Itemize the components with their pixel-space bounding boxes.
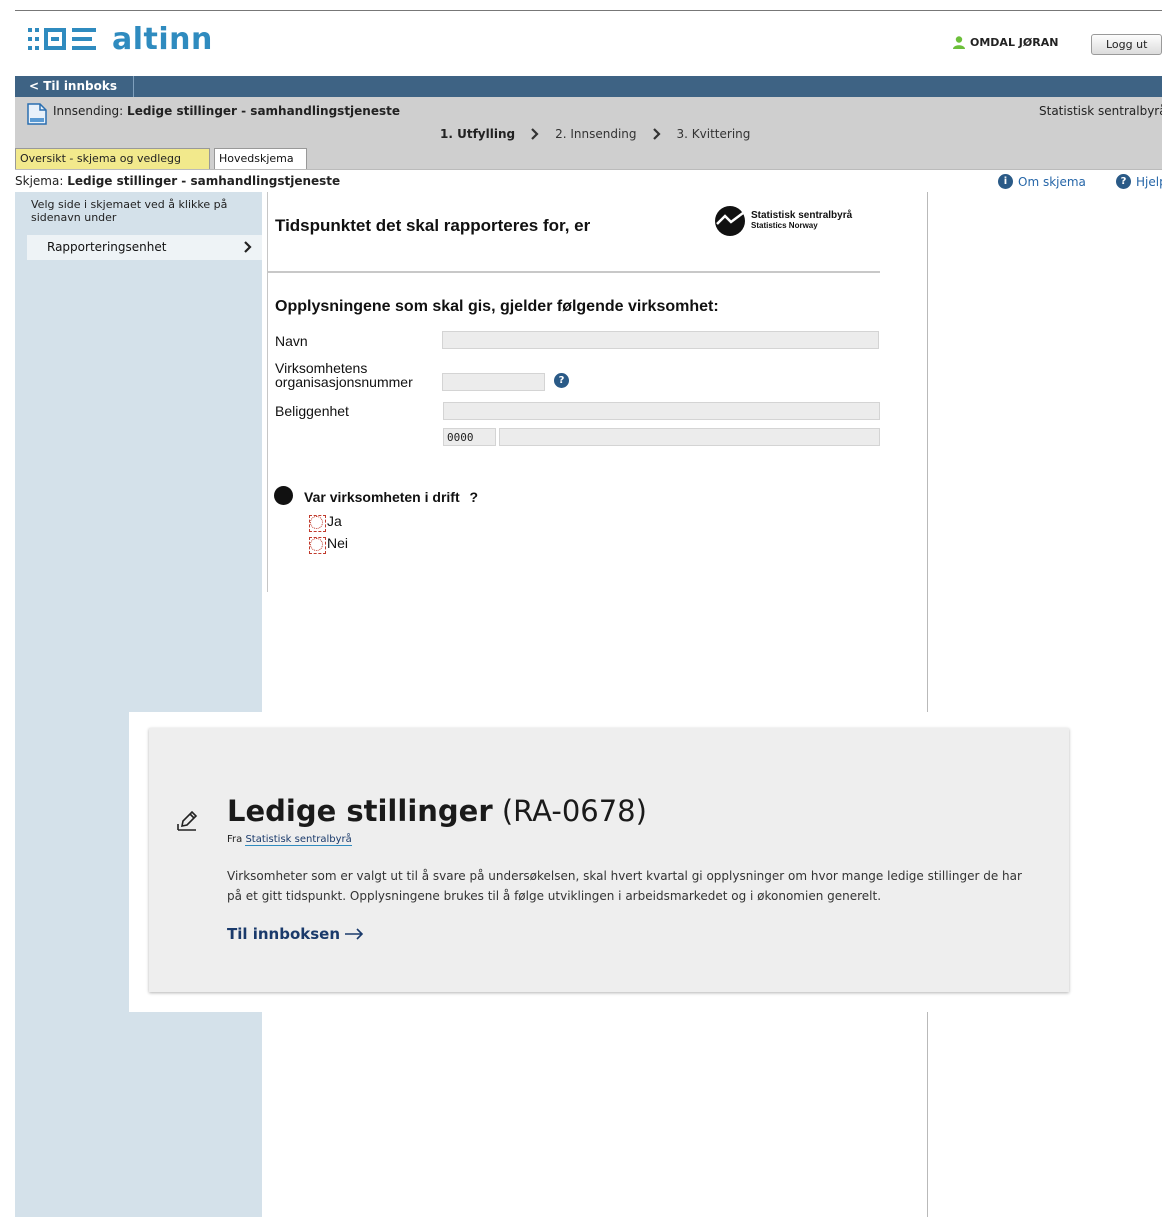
schema-title: Skjema: Ledige stillinger - samhandlings… bbox=[15, 174, 341, 188]
service-title: Ledige stillinger (RA-0678) bbox=[227, 794, 647, 828]
address-field[interactable] bbox=[443, 402, 880, 420]
page-navigation: Velg side i skjemaet ved å klikke på sid… bbox=[15, 192, 262, 1217]
ssb-logo: Statistisk sentralbyrå Statistics Norway bbox=[714, 205, 852, 237]
orgnr-label: Virksomhetens organisasjonsnummer bbox=[275, 360, 413, 390]
tab-overview[interactable]: Oversikt - skjema og vedlegg bbox=[15, 148, 210, 169]
altinn-logo[interactable]: altinn bbox=[28, 21, 213, 57]
radio-ja[interactable] bbox=[309, 515, 326, 532]
help-icon[interactable]: ? bbox=[554, 373, 569, 388]
service-description: Virksomheter som er valgt ut til å svare… bbox=[227, 869, 1022, 903]
arrow-right-icon bbox=[345, 928, 364, 940]
about-form-link[interactable]: i Om skjema bbox=[998, 174, 1086, 189]
form-content: Tidspunktet det skal rapporteres for, er… bbox=[262, 192, 927, 592]
chevron-right-icon bbox=[531, 128, 539, 140]
form-title: Tidspunktet det skal rapporteres for, er bbox=[275, 216, 591, 235]
service-owner-link[interactable]: Statistisk sentralbyrå bbox=[245, 834, 352, 846]
step-utfylling: 1. Utfylling bbox=[440, 127, 516, 141]
sidebar-item-label: Rapporteringsenhet bbox=[47, 240, 167, 254]
user-icon bbox=[953, 36, 965, 49]
top-divider bbox=[15, 10, 1162, 11]
edit-icon bbox=[177, 810, 198, 831]
altinn-logo-icon bbox=[28, 28, 96, 50]
help-icon: ? bbox=[1116, 174, 1131, 189]
ssb-logo-icon bbox=[715, 206, 745, 236]
submission-organization: Statistisk sentralbyrå bbox=[1039, 104, 1162, 118]
altinn-logo-text: altinn bbox=[112, 21, 213, 57]
submission-header: Innsending: Ledige stillinger - samhandl… bbox=[15, 97, 1162, 170]
chevron-right-icon bbox=[244, 241, 252, 253]
user-menu[interactable]: OMDAL JØRAN bbox=[952, 35, 1058, 49]
navigation-help-text: Velg side i skjemaet ved å klikke på sid… bbox=[31, 198, 228, 224]
step-kvittering: 3. Kvittering bbox=[676, 127, 751, 141]
sidebar-item-rapporteringsenhet[interactable]: Rapporteringsenhet bbox=[27, 235, 262, 260]
operation-question: Var virksomheten i drift ? bbox=[304, 489, 479, 505]
orgnr-field[interactable] bbox=[442, 373, 545, 391]
schema-bar: Skjema: Ledige stillinger - samhandlings… bbox=[15, 169, 1162, 192]
user-name: OMDAL JØRAN bbox=[970, 35, 1059, 49]
tab-main-form[interactable]: Hovedskjema bbox=[214, 148, 307, 170]
step-innsending: 2. Innsending bbox=[555, 127, 637, 141]
service-owner: Fra Statistisk sentralbyrå bbox=[227, 834, 352, 846]
service-info-overlay: Ledige stillinger (RA-0678) Fra Statisti… bbox=[129, 712, 1095, 1012]
service-info-card: Ledige stillinger (RA-0678) Fra Statisti… bbox=[149, 728, 1069, 992]
logout-button[interactable]: Logg ut bbox=[1091, 34, 1162, 55]
radio-ja-label[interactable]: Ja bbox=[327, 514, 342, 528]
section-title: Opplysningene som skal gis, gjelder følg… bbox=[275, 298, 719, 315]
help-link[interactable]: ? Hjelp bbox=[1116, 174, 1162, 189]
form-rule bbox=[268, 271, 880, 273]
top-nav-bar: < Til innboks bbox=[15, 76, 1162, 97]
submission-title: Innsending: Ledige stillinger - samhandl… bbox=[53, 104, 401, 118]
form-divider bbox=[267, 192, 268, 592]
chevron-right-icon bbox=[652, 128, 661, 140]
radio-nei[interactable] bbox=[309, 537, 326, 554]
ssb-logo-name: Statistisk sentralbyrå bbox=[751, 210, 853, 221]
postal-place-field[interactable] bbox=[499, 428, 880, 446]
info-icon: i bbox=[998, 174, 1013, 189]
required-marker bbox=[274, 486, 293, 505]
location-label: Beliggenhet bbox=[275, 403, 349, 419]
postal-code-field[interactable]: 0000 bbox=[443, 428, 496, 446]
name-label: Navn bbox=[275, 333, 308, 349]
document-icon bbox=[27, 103, 47, 125]
ssb-logo-subtitle: Statistics Norway bbox=[751, 221, 818, 230]
name-field[interactable] bbox=[442, 331, 879, 349]
radio-nei-label[interactable]: Nei bbox=[327, 536, 348, 550]
progress-steps: 1. Utfylling 2. Innsending 3. Kvittering bbox=[440, 127, 750, 141]
right-panel bbox=[927, 192, 1162, 1217]
go-to-inbox-link[interactable]: Til innboksen bbox=[227, 925, 364, 943]
back-to-inbox-link[interactable]: < Til innboks bbox=[15, 76, 134, 97]
